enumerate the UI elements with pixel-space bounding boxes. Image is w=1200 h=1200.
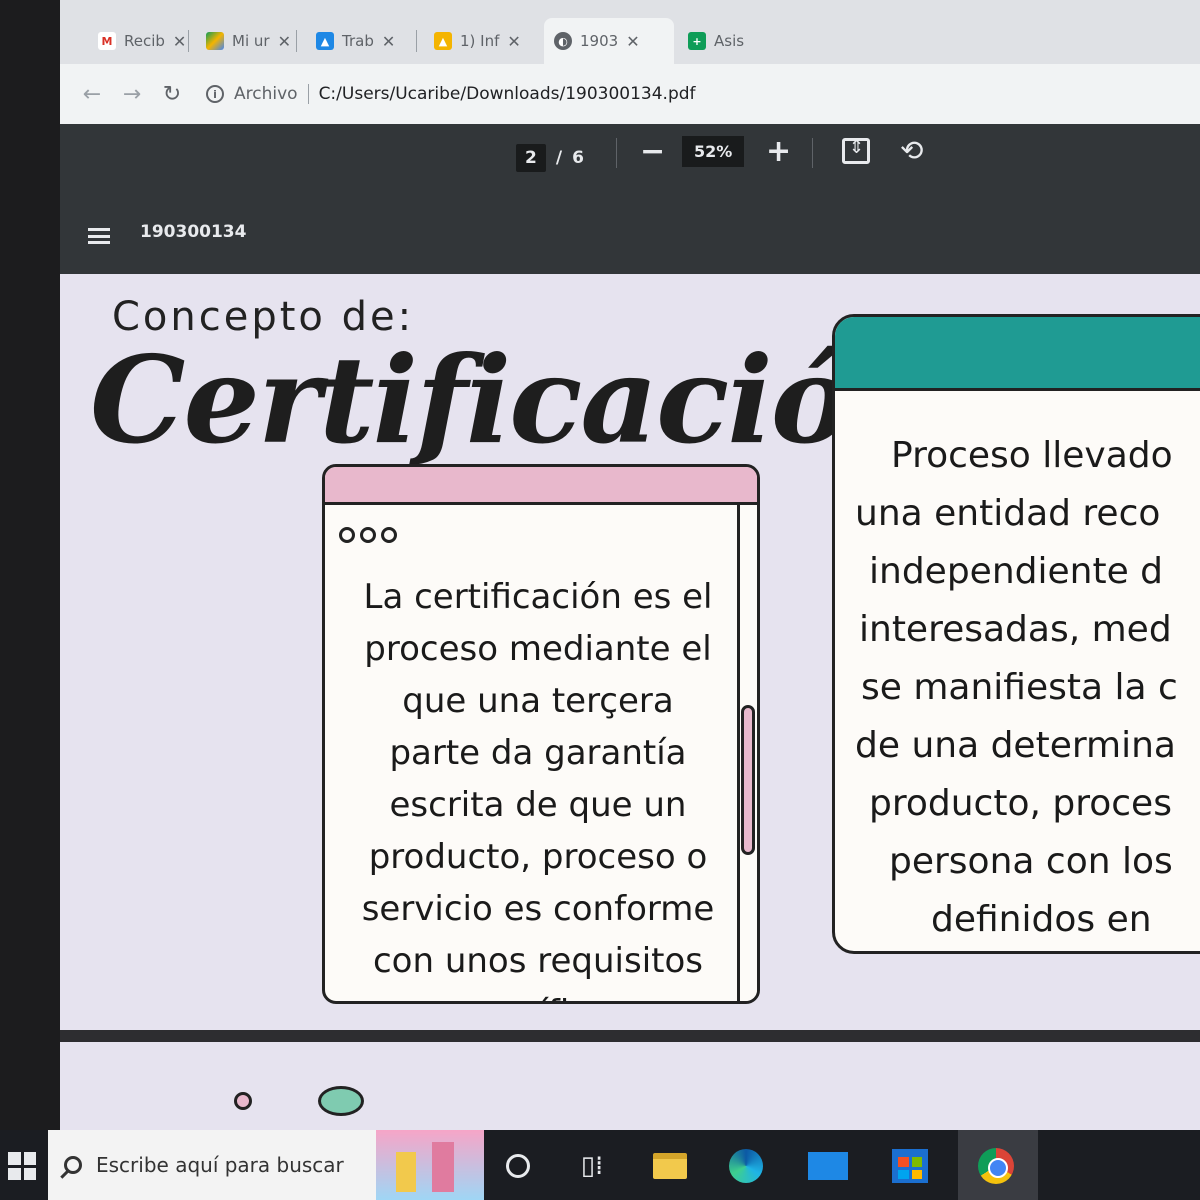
- toolbar-divider: [812, 138, 813, 168]
- edge-icon[interactable]: [726, 1146, 766, 1186]
- tab-divider: [296, 30, 297, 52]
- tabs-row: M Recib ✕ Mi ur ✕ ▲ Trab ✕ ▲ 1) Inf ✕ ◐ …: [60, 0, 1200, 70]
- task-view-icon[interactable]: ▯⁞: [572, 1146, 612, 1186]
- text-line: Proceso llevado: [891, 435, 1173, 476]
- file-explorer-icon[interactable]: [650, 1146, 690, 1186]
- close-icon[interactable]: ✕: [278, 32, 291, 51]
- gmail-icon: M: [98, 32, 116, 50]
- tab-gmail[interactable]: M Recib ✕: [88, 18, 196, 64]
- store-icon[interactable]: [890, 1146, 930, 1186]
- total-pages: 6: [572, 148, 584, 168]
- close-icon[interactable]: ✕: [173, 32, 186, 51]
- mail-icon[interactable]: [808, 1146, 848, 1186]
- definition-text: La certificación es el proceso mediante …: [361, 577, 715, 1001]
- card-header: [835, 317, 1200, 391]
- toolbar-divider: [616, 138, 617, 168]
- search-icon: [64, 1156, 82, 1174]
- tab-divider: [416, 30, 417, 52]
- page-gap: [60, 1030, 1200, 1042]
- classroom-icon: ▲: [434, 32, 452, 50]
- globe-icon: ◐: [554, 32, 572, 50]
- zoom-level-input[interactable]: 52%: [682, 136, 745, 167]
- page-title: Certificación: [90, 330, 936, 471]
- decorative-circle: [234, 1092, 252, 1110]
- pdf-page: Concepto de: Certificación La certificac…: [60, 274, 1200, 1130]
- info-icon[interactable]: i: [206, 85, 224, 103]
- back-arrow-icon[interactable]: ←: [72, 82, 112, 107]
- tab-label: Mi ur: [232, 32, 270, 50]
- text-line: independiente d: [869, 551, 1164, 592]
- tab-divider: [188, 30, 189, 52]
- tab-pdf-active[interactable]: ◐ 1903 ✕: [544, 18, 674, 64]
- tab-assist[interactable]: + Asis: [678, 18, 754, 64]
- text-line: se manifiesta la c: [861, 667, 1178, 708]
- text-line: persona con los: [889, 841, 1173, 882]
- plus-icon: +: [688, 32, 706, 50]
- text-line: producto, proces: [869, 783, 1172, 824]
- taskbar: Escribe aquí para buscar ▯⁞: [0, 1130, 1200, 1200]
- search-highlight-image: [376, 1130, 484, 1200]
- tab-label: Asis: [714, 32, 745, 50]
- page-separator: /: [555, 148, 563, 168]
- tab-classroom-2[interactable]: ▲ 1) Inf ✕: [424, 18, 531, 64]
- close-icon[interactable]: ✕: [626, 32, 639, 51]
- close-icon[interactable]: ✕: [382, 32, 395, 51]
- pdf-page-next: [60, 1042, 1200, 1132]
- definition-card: La certificación es el proceso mediante …: [322, 464, 760, 1004]
- fit-page-icon[interactable]: [842, 137, 870, 164]
- text-line: interesadas, med: [859, 609, 1172, 650]
- chrome-icon[interactable]: [976, 1146, 1016, 1186]
- url-text[interactable]: C:/Users/Ucaribe/Downloads/190300134.pdf: [319, 84, 696, 104]
- classroom-icon: ▲: [316, 32, 334, 50]
- pdf-toolbar: 190300134 2 / 6 − 52% + ⟲: [60, 124, 1200, 274]
- definition-card-2: Proceso llevado una entidad reco indepen…: [832, 314, 1200, 954]
- tab-label: Trab: [342, 32, 374, 50]
- search-placeholder: Escribe aquí para buscar: [96, 1153, 344, 1177]
- tab-drive[interactable]: Mi ur ✕: [196, 18, 301, 64]
- cortana-icon[interactable]: [498, 1146, 538, 1186]
- security-label: Archivo: [234, 84, 298, 104]
- forward-arrow-icon[interactable]: →: [112, 82, 152, 107]
- rotate-icon[interactable]: ⟲: [900, 134, 923, 167]
- tab-label: 1903: [580, 32, 619, 50]
- zoom-out-button[interactable]: −: [640, 132, 665, 172]
- page-indicator: 2 / 6: [516, 144, 584, 172]
- taskbar-search-box[interactable]: Escribe aquí para buscar: [48, 1130, 484, 1200]
- text-line: una entidad reco: [855, 493, 1161, 534]
- card-scroll-thumb: [741, 705, 755, 855]
- zoom-in-button[interactable]: +: [766, 132, 791, 172]
- browser-toolbar: ← → ↻ i Archivo C:/Users/Ucaribe/Downloa…: [60, 64, 1200, 124]
- card-scrollbar: [737, 505, 757, 1001]
- current-page-input[interactable]: 2: [516, 144, 546, 172]
- card-header: [325, 467, 757, 505]
- text-line: definidos en: [931, 899, 1152, 940]
- definition-text-2: Proceso llevado una entidad reco indepen…: [855, 427, 1200, 951]
- reload-icon[interactable]: ↻: [152, 82, 192, 107]
- tab-classroom-1[interactable]: ▲ Trab ✕: [306, 18, 405, 64]
- window-dots-icon: [339, 527, 397, 543]
- drive-icon: [206, 32, 224, 50]
- pdf-filename: 190300134: [140, 222, 247, 242]
- omnibox[interactable]: i Archivo C:/Users/Ucaribe/Downloads/190…: [206, 84, 696, 104]
- text-line: de una determina: [855, 725, 1176, 766]
- windows-start-icon[interactable]: [8, 1152, 36, 1180]
- tab-label: 1) Inf: [460, 32, 500, 50]
- decorative-blob: [318, 1086, 364, 1116]
- menu-icon[interactable]: [88, 228, 110, 244]
- omnibox-divider: [307, 84, 309, 104]
- text-line: especificacione: [855, 949, 1200, 951]
- tab-label: Recib: [124, 32, 165, 50]
- close-icon[interactable]: ✕: [507, 32, 520, 51]
